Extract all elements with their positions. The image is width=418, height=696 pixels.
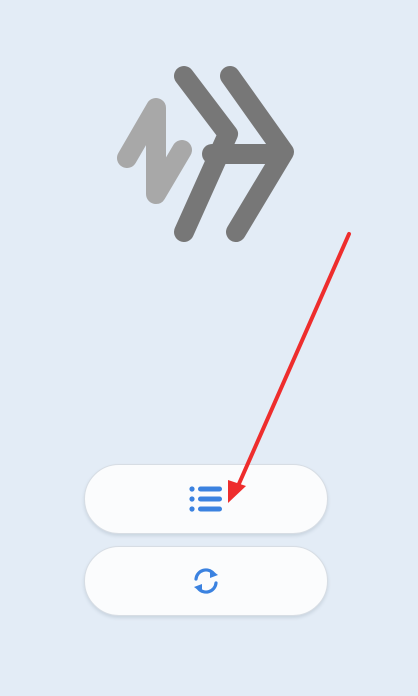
list-icon	[188, 485, 224, 513]
app-logo	[112, 62, 302, 248]
app-screen	[0, 0, 418, 696]
nh-chevron-logo-icon	[117, 66, 294, 242]
list-button[interactable]	[84, 464, 328, 534]
refresh-button[interactable]	[84, 546, 328, 616]
refresh-icon	[191, 566, 221, 596]
